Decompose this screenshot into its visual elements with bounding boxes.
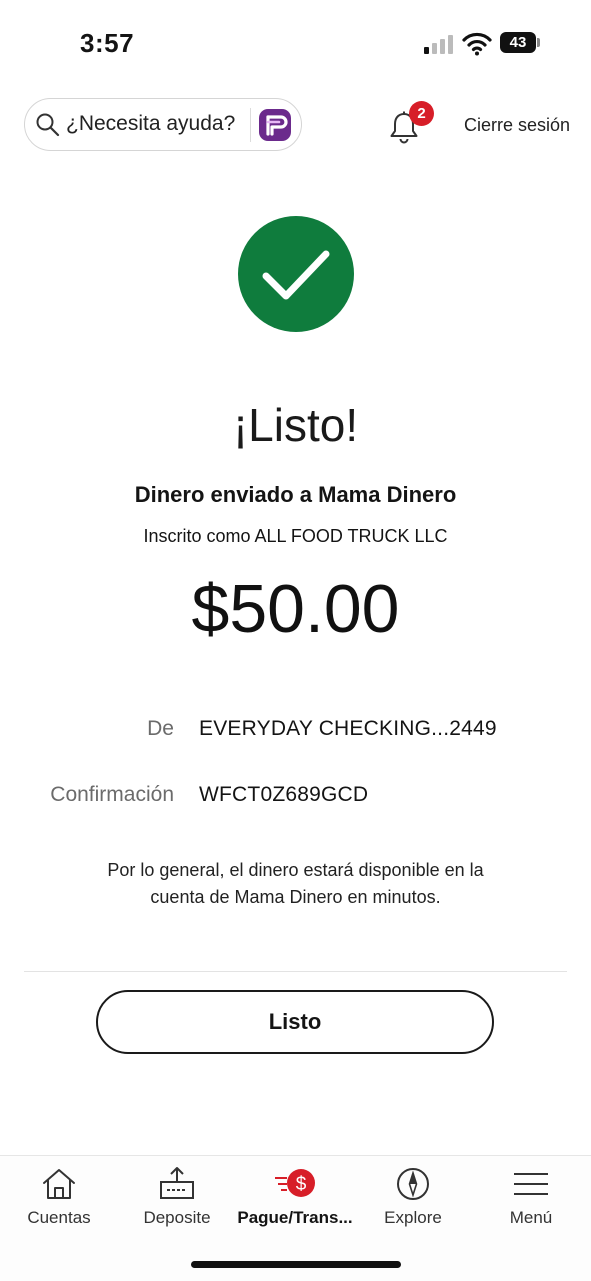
battery-cap: [537, 38, 540, 47]
notification-badge: 2: [409, 101, 434, 126]
search-placeholder[interactable]: ¿Necesita ayuda?: [66, 112, 235, 136]
nav-label-menu: Menú: [509, 1208, 553, 1227]
home-indicator: [191, 1261, 401, 1268]
done-button[interactable]: Listo: [96, 990, 494, 1054]
nav-item-deposit[interactable]: Deposite: [118, 1156, 236, 1256]
deposit-icon: [160, 1167, 194, 1199]
nav-label-pay-transfer: Pague/Trans...: [237, 1208, 353, 1227]
divider: [24, 971, 567, 972]
menu-icon: [514, 1173, 548, 1195]
nav-item-accounts[interactable]: Cuentas: [0, 1156, 118, 1256]
availability-note-line-1: Por lo general, el dinero estará disponi…: [107, 860, 484, 880]
home-icon: [43, 1169, 75, 1199]
wifi-icon: [462, 32, 492, 56]
availability-note-line-2: cuenta de Mama Dinero en minutos.: [150, 887, 441, 907]
nav-item-menu[interactable]: Menú: [472, 1156, 590, 1256]
search-divider: [250, 108, 251, 142]
success-heading: ¡Listo!: [232, 399, 359, 451]
nav-item-explore[interactable]: Explore: [354, 1156, 472, 1256]
confirmation-label: Confirmación: [50, 783, 174, 806]
amount: $50.00: [191, 571, 400, 647]
cellular-signal-icon: [424, 34, 454, 54]
success-check-icon: [238, 216, 354, 332]
from-label: De: [147, 717, 174, 740]
pay-transfer-icon: $: [275, 1169, 315, 1197]
logout-link[interactable]: Cierre sesión: [464, 115, 570, 136]
nav-label-explore: Explore: [384, 1208, 442, 1227]
status-time: 3:57: [80, 28, 135, 58]
search-icon: [36, 113, 60, 137]
enrolled-as-line: Inscrito como ALL FOOD TRUCK LLC: [143, 526, 448, 546]
nav-label-accounts: Cuentas: [27, 1208, 91, 1227]
recipient-line: Dinero enviado a Mama Dinero: [134, 482, 457, 507]
battery-indicator: 43: [500, 32, 536, 53]
from-account: EVERYDAY CHECKING...2449: [199, 717, 497, 740]
fargo-assistant-icon[interactable]: [259, 109, 291, 141]
nav-label-deposit: Deposite: [143, 1208, 211, 1227]
availability-note: Por lo general, el dinero estará disponi…: [60, 857, 531, 911]
compass-icon: [397, 1168, 429, 1200]
nav-item-pay-transfer[interactable]: $ Pague/Trans...: [236, 1156, 354, 1256]
confirmation-number: WFCT0Z689GCD: [199, 783, 369, 806]
svg-text:$: $: [296, 1174, 307, 1195]
